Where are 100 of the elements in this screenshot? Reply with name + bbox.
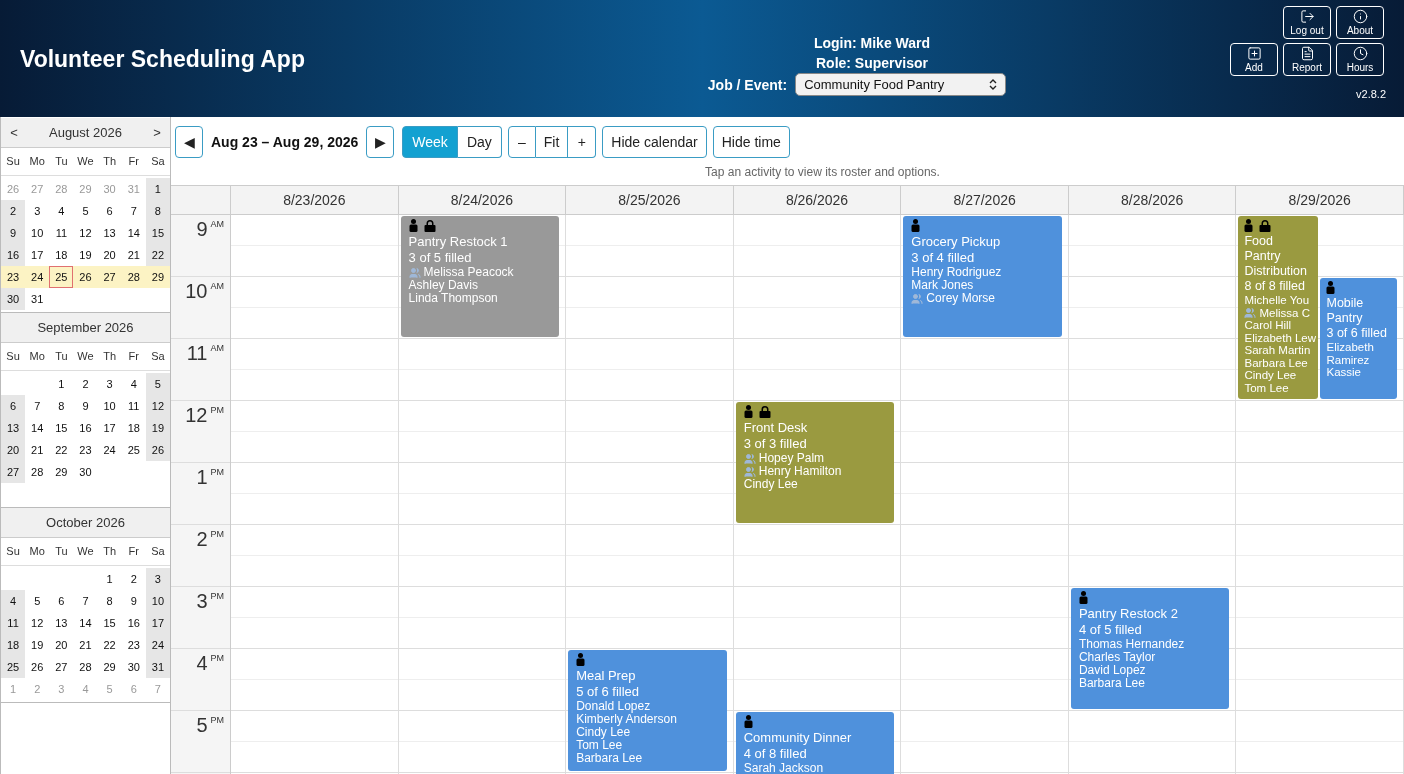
zoom-button[interactable]: +	[568, 126, 597, 158]
day-cell[interactable]: 15	[97, 612, 122, 634]
day-cell[interactable]: 29	[97, 656, 122, 678]
day-cell[interactable]: 3	[97, 373, 122, 395]
day-cell[interactable]: 22	[49, 439, 74, 461]
day-cell[interactable]: 1	[49, 373, 74, 395]
day-cell[interactable]: 8	[49, 395, 74, 417]
zoom-button[interactable]: Fit	[535, 126, 569, 158]
day-cell[interactable]: 31	[145, 656, 170, 678]
day-cell[interactable]: 20	[1, 439, 26, 461]
day-cell[interactable]: 21	[121, 244, 146, 266]
header-button[interactable]: Add	[1230, 43, 1278, 76]
day-cell[interactable]: 4	[121, 373, 146, 395]
day-cell[interactable]: 6	[49, 590, 74, 612]
day-cell[interactable]: 8	[97, 590, 122, 612]
day-cell[interactable]: 26	[73, 266, 98, 288]
day-cell[interactable]: 10	[145, 590, 170, 612]
day-cell[interactable]: 4	[1, 590, 26, 612]
day-cell[interactable]: 18	[49, 244, 74, 266]
day-cell[interactable]: 27	[49, 656, 74, 678]
day-cell[interactable]: 2	[121, 568, 146, 590]
day-cell[interactable]: 14	[73, 612, 98, 634]
day-cell[interactable]: 23	[1, 266, 26, 288]
day-cell[interactable]: 2	[1, 200, 26, 222]
day-cell[interactable]: 25	[49, 266, 74, 288]
day-cell[interactable]: 28	[73, 656, 98, 678]
day-cell[interactable]: 18	[121, 417, 146, 439]
day-cell[interactable]: 10	[97, 395, 122, 417]
day-cell[interactable]: 5	[25, 590, 50, 612]
day-cell[interactable]: 11	[49, 222, 74, 244]
day-cell[interactable]: 5	[145, 373, 170, 395]
day-cell[interactable]: 24	[145, 634, 170, 656]
day-cell[interactable]: 11	[121, 395, 146, 417]
day-cell[interactable]: 6	[1, 395, 26, 417]
header-button[interactable]: Report	[1283, 43, 1331, 76]
day-cell[interactable]: 16	[121, 612, 146, 634]
job-select[interactable]: Community Food Pantry	[795, 73, 1007, 96]
day-cell[interactable]: 5	[73, 200, 98, 222]
header-button[interactable]: Hours	[1336, 43, 1384, 76]
day-cell[interactable]: 20	[97, 244, 122, 266]
day-cell[interactable]: 15	[145, 222, 170, 244]
day-cell[interactable]: 26	[145, 439, 170, 461]
day-cell[interactable]: 18	[1, 634, 26, 656]
day-cell[interactable]: 7	[73, 590, 98, 612]
next-month-button[interactable]: >	[150, 122, 164, 143]
next-week-button[interactable]: ▶	[366, 126, 395, 158]
day-cell[interactable]: 6	[97, 200, 122, 222]
day-cell[interactable]: 9	[73, 395, 98, 417]
day-cell[interactable]: 13	[1, 417, 26, 439]
day-cell[interactable]: 20	[49, 634, 74, 656]
day-cell[interactable]: 3	[145, 568, 170, 590]
day-cell[interactable]: 17	[25, 244, 50, 266]
day-cell[interactable]: 21	[73, 634, 98, 656]
day-cell[interactable]: 21	[25, 439, 50, 461]
day-cell[interactable]: 28	[25, 461, 50, 483]
day-cell[interactable]: 16	[1, 244, 26, 266]
day-cell[interactable]: 16	[73, 417, 98, 439]
day-cell[interactable]: 25	[121, 439, 146, 461]
hide-time-button[interactable]: Hide time	[712, 126, 790, 158]
day-cell[interactable]: 19	[145, 417, 170, 439]
day-cell[interactable]: 29	[145, 266, 170, 288]
day-cell[interactable]: 7	[25, 395, 50, 417]
day-cell[interactable]: 24	[25, 266, 50, 288]
day-cell[interactable]: 8	[145, 200, 170, 222]
day-cell[interactable]: 13	[49, 612, 74, 634]
day-cell[interactable]: 1	[145, 178, 170, 200]
day-cell[interactable]: 7	[121, 200, 146, 222]
day-cell[interactable]: 23	[73, 439, 98, 461]
day-cell[interactable]: 3	[25, 200, 50, 222]
day-cell[interactable]: 22	[145, 244, 170, 266]
day-cell[interactable]: 19	[73, 244, 98, 266]
day-cell[interactable]: 12	[73, 222, 98, 244]
day-cell[interactable]: 29	[49, 461, 74, 483]
day-cell[interactable]: 11	[1, 612, 26, 634]
day-cell[interactable]: 14	[25, 417, 50, 439]
day-cell[interactable]: 24	[97, 439, 122, 461]
header-button[interactable]: About	[1336, 6, 1384, 39]
day-cell[interactable]: 30	[73, 461, 98, 483]
day-cell[interactable]: 26	[25, 656, 50, 678]
header-button[interactable]: Log out	[1283, 6, 1331, 39]
day-cell[interactable]: 10	[25, 222, 50, 244]
day-cell[interactable]: 23	[121, 634, 146, 656]
day-cell[interactable]: 9	[121, 590, 146, 612]
previous-month-button[interactable]: <	[7, 122, 21, 143]
day-cell[interactable]: 30	[121, 656, 146, 678]
hide-calendar-button[interactable]: Hide calendar	[602, 126, 707, 158]
day-cell[interactable]: 4	[49, 200, 74, 222]
day-cell[interactable]: 25	[1, 656, 26, 678]
day-cell[interactable]: 27	[1, 461, 26, 483]
day-cell[interactable]: 31	[25, 288, 50, 310]
previous-week-button[interactable]: ◀	[175, 126, 203, 158]
zoom-button[interactable]: –	[507, 126, 536, 158]
day-cell[interactable]: 17	[97, 417, 122, 439]
day-cell[interactable]: 28	[121, 266, 146, 288]
day-cell[interactable]: 12	[145, 395, 170, 417]
day-cell[interactable]: 1	[97, 568, 122, 590]
day-cell[interactable]: 15	[49, 417, 74, 439]
day-cell[interactable]: 27	[97, 266, 122, 288]
view-tab[interactable]: Day	[457, 126, 502, 158]
day-cell[interactable]: 14	[121, 222, 146, 244]
